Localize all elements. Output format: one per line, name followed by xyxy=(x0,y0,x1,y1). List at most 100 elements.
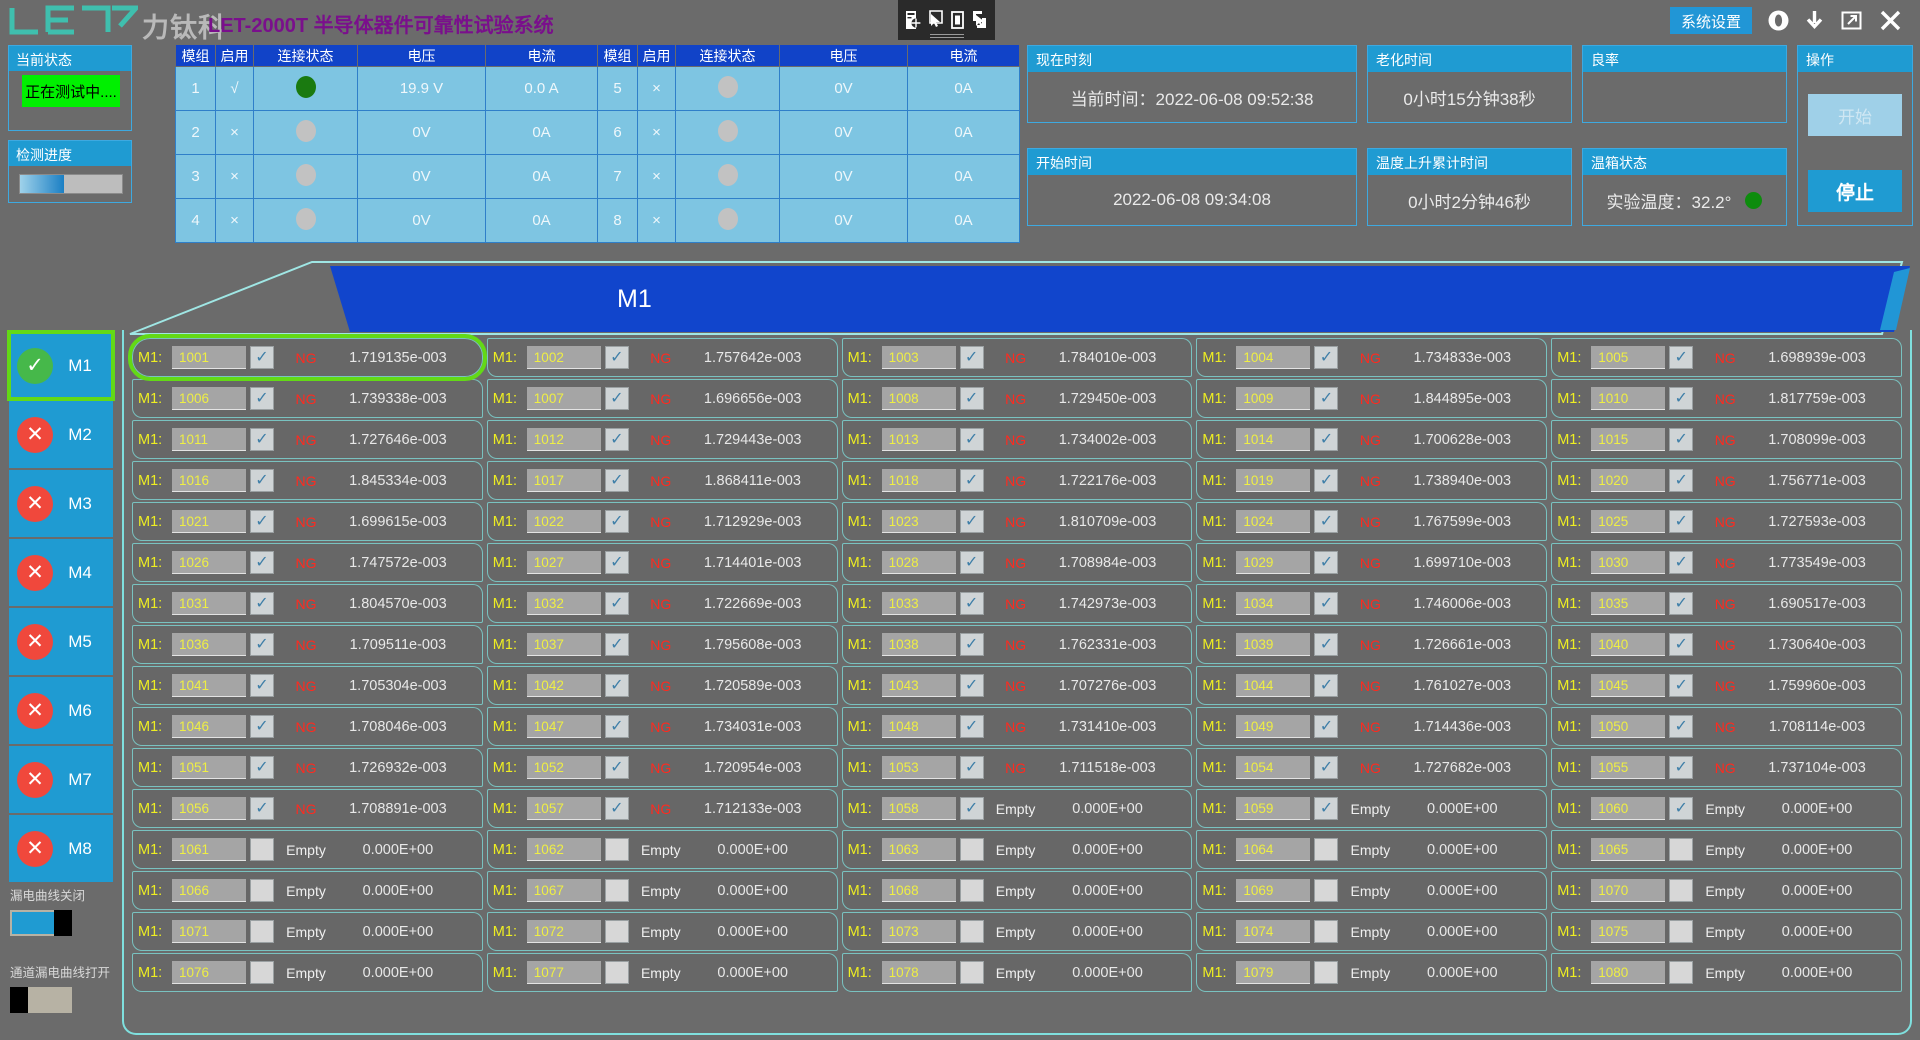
toolbar-drag-handle[interactable] xyxy=(930,34,964,38)
channel-checkbox[interactable]: ✓ xyxy=(1314,469,1339,492)
channel-id-input[interactable] xyxy=(1591,592,1666,615)
channel-id-input[interactable] xyxy=(881,469,956,492)
channel-checkbox[interactable]: ✓ xyxy=(1669,592,1694,615)
channel-cell[interactable]: M1: ✓ NG 1.696656e-003 xyxy=(486,379,838,418)
channel-cell[interactable]: M1: ✓ NG 1.719135e-003 xyxy=(128,334,487,381)
channel-checkbox[interactable] xyxy=(959,961,984,984)
channel-checkbox[interactable]: ✓ xyxy=(1669,510,1694,533)
channel-checkbox[interactable]: ✓ xyxy=(1669,756,1694,779)
channel-checkbox[interactable]: ✓ xyxy=(959,346,984,369)
channel-cell[interactable]: M1: ✓ NG 1.727646e-003 xyxy=(132,420,483,459)
channel-cell[interactable]: M1: ✓ NG 1.795608e-003 xyxy=(486,625,838,664)
channel-cell[interactable]: M1: Empty 0.000E+00 xyxy=(841,953,1193,992)
channel-id-input[interactable] xyxy=(526,551,601,574)
channel-cell[interactable]: M1: ✓ Empty 0.000E+00 xyxy=(1196,789,1548,828)
start-button[interactable]: 开始 xyxy=(1808,94,1902,136)
channel-cell[interactable]: M1: ✓ NG 1.699710e-003 xyxy=(1196,543,1548,582)
channel-id-input[interactable] xyxy=(172,387,246,410)
channel-cell[interactable]: M1: ✓ NG 1.726932e-003 xyxy=(132,748,483,787)
channel-id-input[interactable] xyxy=(526,715,601,738)
channel-cell[interactable]: M1: Empty 0.000E+00 xyxy=(1551,830,1902,869)
channel-checkbox[interactable] xyxy=(1669,920,1694,943)
channel-checkbox[interactable]: ✓ xyxy=(959,387,984,410)
channel-id-input[interactable] xyxy=(172,879,246,902)
channel-cell[interactable]: M1: Empty 0.000E+00 xyxy=(1551,953,1902,992)
channel-checkbox[interactable]: ✓ xyxy=(959,469,984,492)
channel-id-input[interactable] xyxy=(526,674,601,697)
channel-cell[interactable]: M1: Empty 0.000E+00 xyxy=(841,830,1193,869)
channel-checkbox[interactable]: ✓ xyxy=(250,756,274,779)
channel-checkbox[interactable]: ✓ xyxy=(959,674,984,697)
channel-cell[interactable]: M1: ✓ NG 1.868411e-003 xyxy=(486,461,838,500)
channel-cell[interactable]: M1: ✓ NG 1.737104e-003 xyxy=(1551,748,1902,787)
channel-cell[interactable]: M1: Empty 0.000E+00 xyxy=(486,871,838,910)
channel-id-input[interactable] xyxy=(1591,510,1666,533)
channel-checkbox[interactable]: ✓ xyxy=(604,633,629,656)
channel-checkbox[interactable]: ✓ xyxy=(959,797,984,820)
channel-cell[interactable]: M1: Empty 0.000E+00 xyxy=(132,953,483,992)
channel-checkbox[interactable] xyxy=(1669,961,1694,984)
channel-cell[interactable]: M1: ✓ NG 1.708114e-003 xyxy=(1551,707,1902,746)
channel-id-input[interactable] xyxy=(881,592,956,615)
channel-checkbox[interactable]: ✓ xyxy=(250,387,274,410)
channel-checkbox[interactable]: ✓ xyxy=(604,346,629,369)
channel-id-input[interactable] xyxy=(1591,387,1666,410)
channel-id-input[interactable] xyxy=(881,674,956,697)
channel-cell[interactable]: M1: ✓ NG 1.726661e-003 xyxy=(1196,625,1548,664)
channel-id-input[interactable] xyxy=(1236,346,1311,369)
channel-cell[interactable]: M1: ✓ NG 1.810709e-003 xyxy=(841,502,1193,541)
channel-id-input[interactable] xyxy=(881,756,956,779)
channel-cell[interactable]: M1: ✓ NG 1.720954e-003 xyxy=(486,748,838,787)
channel-checkbox[interactable]: ✓ xyxy=(604,387,629,410)
channel-cell[interactable]: M1: ✓ NG 1.759960e-003 xyxy=(1551,666,1902,705)
channel-cell[interactable]: M1: ✓ NG 1.757642e-003 xyxy=(486,338,838,377)
channel-checkbox[interactable]: ✓ xyxy=(1669,469,1694,492)
window-capture-icon[interactable] xyxy=(948,9,967,31)
channel-checkbox[interactable] xyxy=(250,920,274,943)
channel-id-input[interactable] xyxy=(881,838,956,861)
channel-cell[interactable]: M1: ✓ NG 1.720589e-003 xyxy=(486,666,838,705)
channel-cell[interactable]: M1: ✓ NG 1.747572e-003 xyxy=(132,543,483,582)
channel-id-input[interactable] xyxy=(172,346,246,369)
channel-checkbox[interactable]: ✓ xyxy=(1314,592,1339,615)
channel-cell[interactable]: M1: Empty 0.000E+00 xyxy=(132,871,483,910)
sidebar-item-m7[interactable]: ✕ M7 xyxy=(9,746,113,813)
channel-id-input[interactable] xyxy=(881,797,956,820)
channel-id-input[interactable] xyxy=(1236,428,1311,451)
channel-checkbox[interactable]: ✓ xyxy=(604,674,629,697)
info-icon[interactable] xyxy=(1764,6,1792,34)
sidebar-item-m1[interactable]: ✓ M1 xyxy=(7,330,115,401)
channel-id-input[interactable] xyxy=(172,469,246,492)
channel-cell[interactable]: M1: Empty 0.000E+00 xyxy=(486,830,838,869)
channel-id-input[interactable] xyxy=(881,346,956,369)
channel-id-input[interactable] xyxy=(526,510,601,533)
channel-cell[interactable]: M1: ✓ Empty 0.000E+00 xyxy=(1551,789,1902,828)
channel-checkbox[interactable]: ✓ xyxy=(604,797,629,820)
channel-cell[interactable]: M1: ✓ NG 1.734031e-003 xyxy=(486,707,838,746)
channel-cell[interactable]: M1: ✓ NG 1.705304e-003 xyxy=(132,666,483,705)
channel-cell[interactable]: M1: ✓ Empty 0.000E+00 xyxy=(841,789,1193,828)
channel-cell[interactable]: M1: ✓ NG 1.844895e-003 xyxy=(1196,379,1548,418)
toggle-switch-1[interactable] xyxy=(10,987,72,1013)
channel-cell[interactable]: M1: ✓ NG 1.731410e-003 xyxy=(841,707,1193,746)
channel-id-input[interactable] xyxy=(526,797,601,820)
channel-id-input[interactable] xyxy=(172,961,246,984)
channel-checkbox[interactable]: ✓ xyxy=(250,510,274,533)
channel-cell[interactable]: M1: ✓ NG 1.700628e-003 xyxy=(1196,420,1548,459)
channel-checkbox[interactable]: ✓ xyxy=(1314,346,1339,369)
channel-cell[interactable]: M1: ✓ NG 1.708046e-003 xyxy=(132,707,483,746)
channel-id-input[interactable] xyxy=(881,551,956,574)
capture-region-icon[interactable] xyxy=(904,9,923,31)
channel-checkbox[interactable]: ✓ xyxy=(1669,797,1694,820)
channel-cell[interactable]: M1: ✓ NG 1.714436e-003 xyxy=(1196,707,1548,746)
channel-checkbox[interactable]: ✓ xyxy=(604,428,629,451)
channel-cell[interactable]: M1: Empty 0.000E+00 xyxy=(486,953,838,992)
channel-cell[interactable]: M1: ✓ NG 1.711518e-003 xyxy=(841,748,1193,787)
channel-cell[interactable]: M1: Empty 0.000E+00 xyxy=(1196,871,1548,910)
channel-cell[interactable]: M1: ✓ NG 1.729443e-003 xyxy=(486,420,838,459)
channel-id-input[interactable] xyxy=(1591,797,1666,820)
channel-checkbox[interactable] xyxy=(250,879,274,902)
channel-cell[interactable]: M1: ✓ NG 1.708099e-003 xyxy=(1551,420,1902,459)
channel-cell[interactable]: M1: ✓ NG 1.739338e-003 xyxy=(132,379,483,418)
channel-checkbox[interactable]: ✓ xyxy=(959,756,984,779)
